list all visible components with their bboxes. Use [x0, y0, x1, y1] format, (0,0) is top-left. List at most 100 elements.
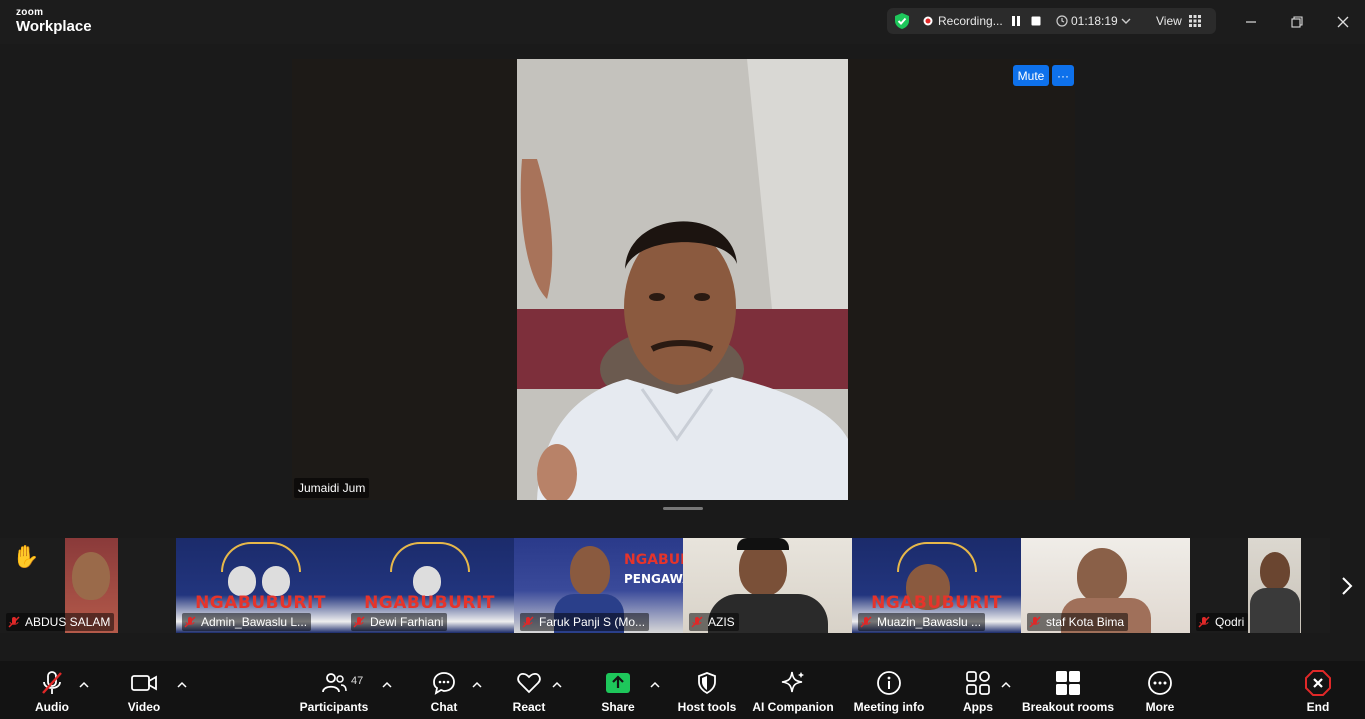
participant-name-label: AZIS — [689, 613, 739, 631]
participants-options-caret-icon[interactable] — [380, 677, 394, 691]
brand-workplace: Workplace — [16, 18, 92, 35]
active-speaker-panel: Mute ··· Jumaidi Jum — [292, 59, 1075, 500]
banner-text: NGABUBURIT — [871, 593, 1002, 613]
participant-tile[interactable]: NGABUBU PENGAWAS Faruk Panji S (Mo... — [514, 538, 683, 633]
react-options-caret-icon[interactable] — [550, 677, 564, 691]
recording-label: Recording... — [938, 14, 1003, 28]
participant-tile[interactable]: Qodri — [1190, 538, 1330, 633]
close-icon[interactable] — [1331, 10, 1355, 34]
participant-name: ABDUS SALAM — [25, 615, 111, 629]
participant-tile[interactable]: staf Kota Bima — [1021, 538, 1190, 633]
participant-face — [72, 552, 110, 600]
react-button[interactable]: React — [508, 661, 550, 719]
minimize-icon[interactable] — [1239, 10, 1263, 34]
mic-muted-icon — [8, 616, 20, 628]
video-label: Video — [127, 700, 161, 714]
sparkle-icon — [780, 667, 806, 699]
chevron-down-icon[interactable] — [1121, 8, 1131, 34]
banner-arch — [220, 542, 301, 572]
participant-tile[interactable]: NGABUBURIT Dewi Farhiani — [345, 538, 514, 633]
participant-tile[interactable]: ✋ ABDUS SALAM — [0, 538, 176, 633]
mute-participant-button[interactable]: Mute — [1013, 65, 1049, 86]
chat-button[interactable]: Chat — [424, 661, 464, 719]
speaker-name-label: Jumaidi Jum — [294, 478, 370, 498]
more-options-button[interactable]: ··· — [1052, 65, 1074, 86]
brand-zoom: zoom — [16, 7, 44, 18]
security-shield-icon[interactable] — [893, 8, 911, 34]
participant-tile[interactable]: NGABUBURIT Muazin_Bawaslu ... — [852, 538, 1021, 633]
share-options-caret-icon[interactable] — [648, 677, 662, 691]
participant-tile[interactable]: AZIS — [683, 538, 852, 633]
share-label: Share — [601, 700, 635, 714]
stop-recording-icon[interactable] — [1031, 8, 1041, 34]
participant-name-label: Dewi Farhiani — [351, 613, 448, 631]
participant-name: Admin_Bawaslu L... — [201, 615, 308, 629]
participant-name: staf Kota Bima — [1046, 615, 1125, 629]
audio-button[interactable]: Audio — [30, 661, 74, 719]
restore-icon[interactable] — [1285, 10, 1309, 34]
recording-dot-icon — [923, 8, 933, 34]
participants-count: 47 — [351, 675, 364, 687]
banner-subtext: PENGAWAS — [624, 572, 683, 586]
mic-muted-icon — [39, 667, 65, 699]
chat-label: Chat — [430, 700, 458, 714]
chat-options-caret-icon[interactable] — [470, 677, 484, 691]
host-tools-label: Host tools — [677, 700, 737, 714]
video-button[interactable]: Video — [122, 661, 166, 719]
participant-tile[interactable]: NGABUBURIT Admin_Bawaslu L... — [176, 538, 345, 633]
end-meeting-button[interactable]: End — [1298, 661, 1338, 719]
share-screen-icon — [605, 667, 631, 699]
participants-label: Participants — [299, 700, 369, 714]
participant-face — [1260, 552, 1290, 590]
ai-companion-button[interactable]: AI Companion — [752, 661, 834, 719]
resize-handle[interactable] — [663, 507, 703, 510]
mic-muted-icon — [353, 616, 365, 628]
more-button[interactable]: More — [1140, 661, 1180, 719]
participant-video — [1248, 538, 1301, 633]
view-button[interactable]: View — [1156, 8, 1182, 34]
meeting-toolbar: Audio Video Participants Chat React Shar… — [0, 661, 1365, 719]
audio-options-caret-icon[interactable] — [77, 677, 91, 691]
pause-recording-icon[interactable] — [1011, 8, 1021, 34]
participant-name-label: Qodri — [1196, 613, 1249, 631]
host-tools-button[interactable]: Host tools — [677, 661, 737, 719]
video-camera-icon — [130, 667, 158, 699]
end-call-icon — [1305, 667, 1331, 699]
apps-button[interactable]: Apps — [958, 661, 998, 719]
banner-text: NGABUBURIT — [195, 593, 326, 613]
speaker-video-feed — [517, 59, 848, 500]
participant-name-label: ABDUS SALAM — [6, 613, 115, 631]
banner-text: NGABUBURIT — [364, 593, 495, 613]
heart-icon — [516, 667, 542, 699]
participant-cap — [737, 538, 789, 550]
share-button[interactable]: Share — [598, 661, 638, 719]
banner-text: NGABUBU — [624, 552, 683, 568]
gallery-grid-icon[interactable] — [1189, 8, 1201, 34]
meeting-info-button[interactable]: Meeting info — [853, 661, 925, 719]
apps-icon — [965, 667, 991, 699]
info-icon — [876, 667, 902, 699]
more-label: More — [1145, 700, 1175, 714]
participant-name: Faruk Panji S (Mo... — [539, 615, 646, 629]
participant-name-label: staf Kota Bima — [1027, 613, 1129, 631]
recording-status-bar: Recording... 01:18:19 View — [887, 8, 1216, 34]
apps-options-caret-icon[interactable] — [999, 677, 1013, 691]
breakout-rooms-button[interactable]: Breakout rooms — [1022, 661, 1114, 719]
participants-icon — [320, 667, 348, 699]
shield-icon — [695, 667, 719, 699]
title-bar: zoom Workplace Recording... 01:18:19 Vie… — [0, 0, 1365, 44]
participant-face — [570, 546, 610, 596]
chevron-right-icon[interactable] — [1336, 571, 1358, 601]
participant-name-label: Faruk Panji S (Mo... — [520, 613, 650, 631]
apps-label: Apps — [963, 700, 993, 714]
chat-bubble-icon — [431, 667, 457, 699]
audio-label: Audio — [35, 700, 69, 714]
participant-body — [1250, 588, 1300, 633]
participant-name-label: Admin_Bawaslu L... — [182, 613, 312, 631]
react-label: React — [512, 700, 546, 714]
meeting-info-label: Meeting info — [853, 700, 925, 714]
app-logo: zoom Workplace — [16, 7, 92, 35]
video-options-caret-icon[interactable] — [175, 677, 189, 691]
banner-mascot — [228, 566, 256, 596]
participants-button[interactable]: Participants — [300, 661, 368, 719]
